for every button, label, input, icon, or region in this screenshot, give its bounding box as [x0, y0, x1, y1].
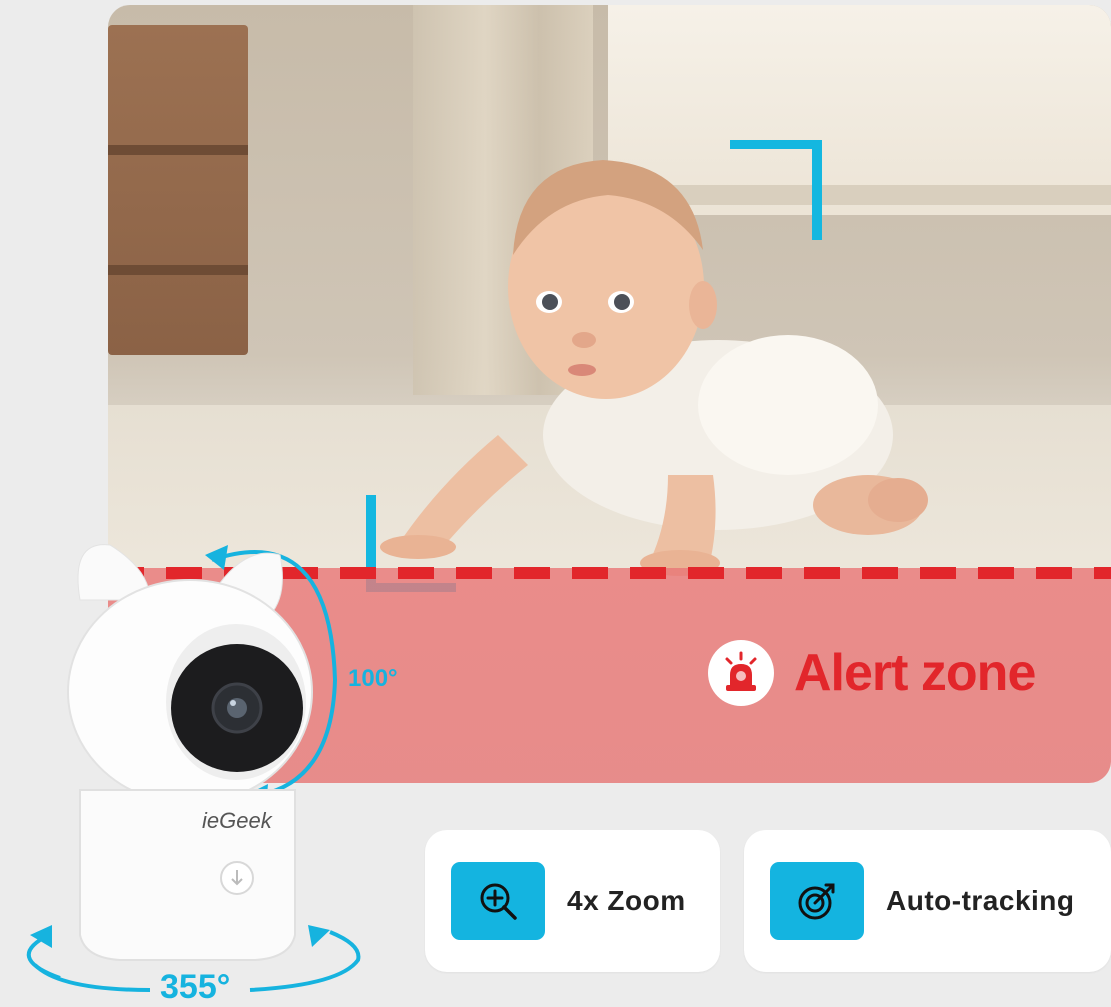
target-tracking-icon: [770, 862, 864, 940]
feature-label-auto-tracking: Auto-tracking: [886, 885, 1075, 916]
pan-angle-label: 355°: [160, 968, 231, 1006]
feature-card-auto-tracking: Auto-tracking: [744, 830, 1111, 972]
ptz-camera: [26, 544, 361, 992]
alert-zone-label: Alert zone: [708, 640, 1036, 706]
alert-zone-text: Alert zone: [794, 644, 1036, 702]
feature-label-zoom: 4x Zoom: [567, 885, 686, 916]
feature-card-zoom: 4x Zoom: [425, 830, 720, 972]
tilt-angle-label: 100°: [348, 665, 398, 692]
tracking-bracket-top-right-v: [812, 140, 822, 240]
siren-icon: [708, 640, 774, 706]
zoom-in-icon: [451, 862, 545, 940]
camera-brand-logo: ieGeek: [202, 808, 272, 833]
tracking-bracket-top-right: [730, 140, 822, 149]
